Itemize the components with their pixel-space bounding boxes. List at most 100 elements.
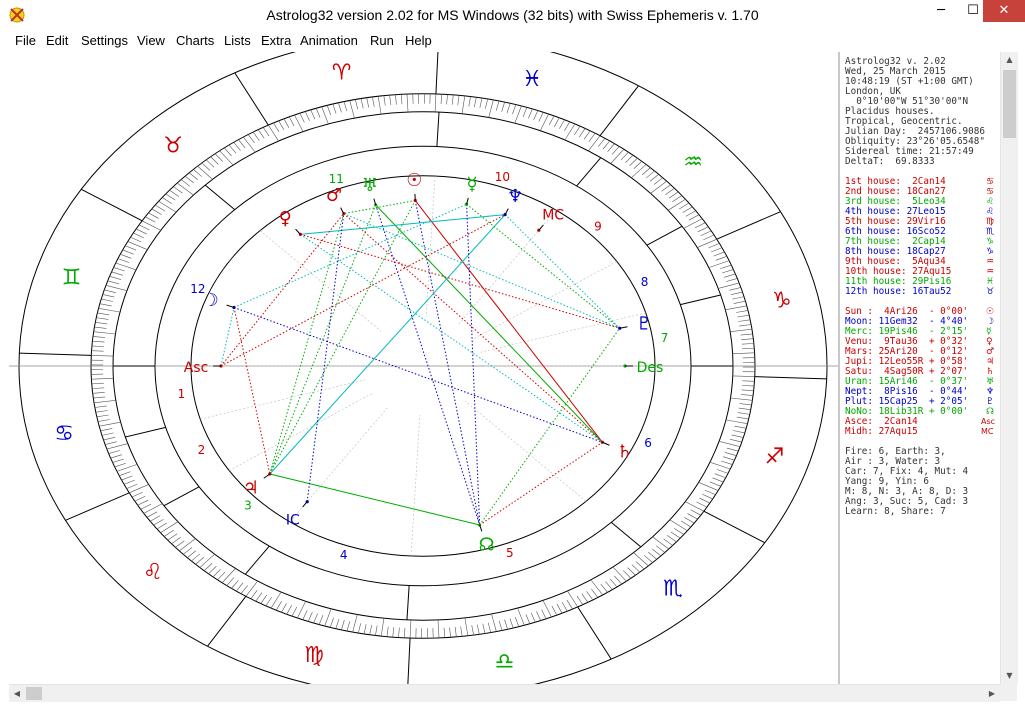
degree-tick	[120, 253, 132, 259]
menu-lists[interactable]: Lists	[224, 33, 251, 48]
zodiac-sign-icon: ♌	[143, 560, 163, 585]
degree-tick	[668, 191, 679, 199]
degree-tick	[324, 608, 332, 627]
degree-tick	[515, 617, 520, 627]
degree-tick	[627, 567, 636, 576]
degree-tick	[94, 326, 107, 329]
degree-tick	[386, 626, 389, 637]
degree-tick	[193, 169, 202, 177]
degree-tick	[138, 224, 150, 231]
degree-tick	[590, 579, 603, 596]
degree-tick	[434, 93, 437, 113]
degree-tick	[586, 591, 594, 601]
degree-tick	[732, 375, 755, 377]
degree-tick	[268, 124, 279, 142]
degree-tick	[536, 611, 541, 621]
degree-tick	[326, 105, 331, 115]
degree-tick	[468, 96, 471, 107]
degree-tick	[310, 109, 316, 120]
menu-settings[interactable]: Settings	[81, 33, 128, 48]
chart-wheel[interactable]: ♈♉♊♋♌♍ ♎♏♐♑♒♓ 1234 56789101112 ☉☽☿♀♂♃♄♅♆♇☊…	[9, 52, 838, 684]
degree-tick	[335, 619, 340, 629]
degree-tick	[471, 625, 474, 636]
degree-tick	[522, 107, 528, 117]
degree-tick	[315, 108, 321, 118]
horizontal-scroll-thumb[interactable]	[26, 687, 42, 700]
menu-animation[interactable]: Animation	[300, 33, 358, 48]
menu-extra[interactable]: Extra	[261, 33, 291, 48]
degree-tick	[119, 471, 131, 476]
degree-tick	[734, 425, 747, 429]
degree-tick	[270, 591, 282, 609]
vertical-scrollbar[interactable]: ▲ ▼	[1000, 52, 1018, 684]
degree-tick	[719, 264, 732, 270]
degree-tick	[163, 530, 174, 537]
degree-tick	[476, 624, 480, 635]
degree-tick	[682, 206, 693, 213]
neptune-icon: ♆	[507, 186, 523, 207]
degree-tick	[100, 428, 113, 432]
menu-help[interactable]: Help	[405, 33, 432, 48]
degree-tick	[591, 588, 599, 598]
close-button[interactable]: ✕	[983, 0, 1025, 22]
degree-tick	[633, 552, 649, 567]
degree-tick	[260, 594, 268, 604]
house-cusp-line	[646, 225, 683, 246]
degree-tick	[517, 607, 525, 626]
degree-tick	[709, 481, 721, 487]
horizontal-scrollbar[interactable]: ◀ ▶	[9, 684, 1000, 702]
degree-tick	[195, 556, 205, 565]
menu-file[interactable]: File	[15, 33, 36, 48]
degree-tick	[449, 627, 451, 638]
planet-pointer-line	[302, 501, 308, 508]
aspect-line	[233, 307, 271, 475]
degree-tick	[684, 517, 695, 524]
degree-tick	[725, 419, 748, 424]
degree-tick	[602, 140, 611, 150]
degree-tick	[233, 142, 241, 151]
degree-tick	[255, 592, 263, 602]
menu-charts[interactable]: Charts	[176, 33, 214, 48]
degree-tick	[110, 454, 123, 459]
aspect-line	[300, 233, 620, 329]
degree-tick	[366, 97, 370, 108]
scroll-right-arrow-icon[interactable]: ▶	[984, 685, 1000, 702]
minimize-button[interactable]: ─	[925, 0, 957, 22]
scroll-left-arrow-icon[interactable]: ◀	[9, 685, 25, 702]
degree-tick	[683, 218, 703, 229]
aspect-line	[504, 214, 621, 329]
planet-position-line: Midh: 27Aqu15	[845, 426, 918, 437]
house-sign-icon: ♍	[986, 217, 995, 227]
vertical-scroll-thumb[interactable]	[1003, 70, 1016, 138]
degree-tick	[395, 94, 397, 105]
degree-tick	[224, 147, 232, 157]
degree-tick	[645, 170, 655, 179]
degree-tick	[201, 162, 211, 171]
scroll-down-arrow-icon[interactable]: ▼	[1001, 668, 1018, 684]
menu-run[interactable]: Run	[370, 33, 394, 48]
degree-tick	[437, 619, 440, 638]
house-number-label: 6	[644, 436, 652, 450]
scroll-up-arrow-icon[interactable]: ▲	[1001, 52, 1018, 68]
menu-view[interactable]: View	[137, 33, 165, 48]
degree-tick	[653, 177, 663, 185]
sign-cusp-lines	[19, 52, 827, 684]
degree-tick	[104, 289, 116, 293]
chart-wheel-area[interactable]: ♈ ♉ ♊ ♋ ♌ ♍ ♎ ♏ ♐ ♑ ♒ ♓ 1 2 3 4 5 6 7 8 9 10 11 12 ☉ ☽ ☿ ♀ ♂ ♃ ♄ ♅ ♆ ♇ ☊…	[9, 52, 838, 684]
degree-tick	[95, 410, 108, 413]
degree-tick	[614, 575, 622, 585]
menu-edit[interactable]: Edit	[46, 33, 68, 48]
degree-tick	[650, 180, 667, 194]
house-sign-icon: ♏	[986, 227, 995, 237]
zodiac-sign-glyphs: ♈ ♉ ♊ ♋ ♌ ♍ ♎ ♏ ♐ ♑ ♒ ♓	[54, 61, 792, 675]
degree-tick	[485, 98, 488, 109]
title-bar[interactable]: Astrolog32 version 2.02 for MS Windows (…	[0, 0, 1025, 31]
degree-tick	[620, 151, 629, 161]
planet-pointer-line	[602, 441, 610, 446]
resize-grip[interactable]	[1000, 684, 1017, 701]
house-sign-icon: ♉	[986, 287, 995, 297]
degree-tick	[588, 133, 596, 142]
degree-tick	[114, 462, 127, 468]
house-number-label: 9	[594, 220, 602, 234]
degree-tick	[143, 503, 163, 514]
